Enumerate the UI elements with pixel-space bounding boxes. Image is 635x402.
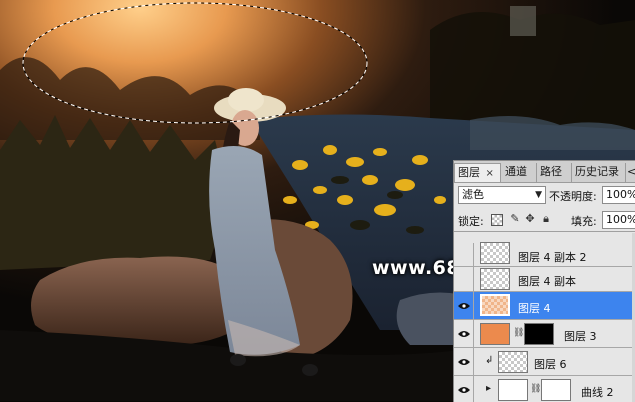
visibility-toggle[interactable]: [454, 292, 474, 319]
layer-thumbnail: [480, 268, 510, 290]
adjustment-thumbnail: [498, 379, 528, 401]
lock-transparency-icon[interactable]: [491, 214, 503, 226]
layer-name: 图层 4 副本: [518, 275, 576, 288]
lock-row: 锁定: ✎ ✥ 🔒︎ 填充: 100%: [454, 209, 635, 232]
fill-label: 填充:: [571, 215, 597, 228]
blend-mode-value: 滤色: [462, 188, 484, 201]
layer-name: 图层 6: [534, 358, 567, 371]
lock-position-move-icon[interactable]: ✥: [524, 213, 536, 225]
eye-icon: [458, 359, 470, 365]
eye-icon: [458, 387, 470, 393]
layer-row[interactable]: 图层 4 副本: [454, 267, 635, 292]
eye-icon: [458, 303, 470, 309]
close-icon[interactable]: ×: [486, 168, 494, 179]
expand-triangle-icon[interactable]: ▸: [486, 383, 491, 394]
tab-history[interactable]: 历史记录: [572, 163, 626, 182]
visibility-toggle[interactable]: [454, 348, 474, 375]
layers-panel: 图层 × 通道 路径 历史记录 < 滤色 ▼ 不透明度: 100% 锁定: ✎ …: [453, 160, 635, 402]
layer-row-selected[interactable]: 图层 4: [454, 292, 635, 320]
visibility-toggle[interactable]: [454, 243, 474, 266]
lock-label: 锁定:: [458, 215, 484, 228]
visibility-toggle[interactable]: [454, 320, 474, 347]
clipping-arrow-icon: ↲: [485, 355, 494, 366]
panel-tabs: 图层 × 通道 路径 历史记录 <: [454, 161, 635, 183]
tab-paths[interactable]: 路径: [537, 163, 572, 182]
opacity-input[interactable]: 100%: [602, 186, 635, 204]
layer-mask-thumbnail[interactable]: [541, 379, 571, 401]
tab-label: 通道: [505, 165, 527, 178]
blend-mode-select[interactable]: 滤色 ▼: [458, 186, 546, 204]
tab-label: 路径: [540, 165, 562, 178]
layer-name: 图层 3: [564, 330, 597, 343]
fill-input[interactable]: 100%: [602, 211, 635, 229]
visibility-toggle[interactable]: [454, 376, 474, 402]
layer-name: 图层 4: [518, 302, 551, 315]
layer-row[interactable]: 图层 4 副本 2: [454, 242, 635, 267]
layer-color-thumbnail: [480, 323, 510, 345]
chain-link-icon: ⛓︎: [530, 384, 542, 394]
eye-icon: [458, 331, 470, 337]
layer-thumbnail: [480, 294, 510, 316]
lock-all-icon[interactable]: 🔒︎: [540, 213, 552, 225]
tab-more[interactable]: <: [626, 163, 635, 182]
layer-name: 曲线 2: [581, 386, 614, 399]
tab-label: <: [627, 165, 635, 178]
layer-mask-thumbnail[interactable]: [524, 323, 554, 345]
layer-row[interactable]: ⛓︎ 图层 3: [454, 320, 635, 348]
layer-row[interactable]: ↲ 图层 6: [454, 348, 635, 376]
opacity-label: 不透明度:: [549, 190, 597, 203]
tab-channels[interactable]: 通道: [502, 163, 537, 182]
tab-layers[interactable]: 图层 ×: [454, 163, 501, 182]
layer-thumbnail: [480, 242, 510, 264]
chain-link-icon: ⛓︎: [513, 328, 525, 338]
visibility-toggle[interactable]: [454, 267, 474, 291]
layer-name: 图层 4 副本 2: [518, 251, 587, 264]
layer-thumbnail: [498, 351, 528, 373]
tab-label: 图层: [458, 166, 480, 179]
blend-row: 滤色 ▼ 不透明度: 100%: [454, 183, 635, 207]
layer-row[interactable]: ▸ ⛓︎ 曲线 2: [454, 376, 635, 402]
lock-pixels-brush-icon[interactable]: ✎: [509, 213, 521, 225]
dropdown-arrow-icon: ▼: [535, 190, 542, 200]
tab-label: 历史记录: [575, 165, 619, 178]
